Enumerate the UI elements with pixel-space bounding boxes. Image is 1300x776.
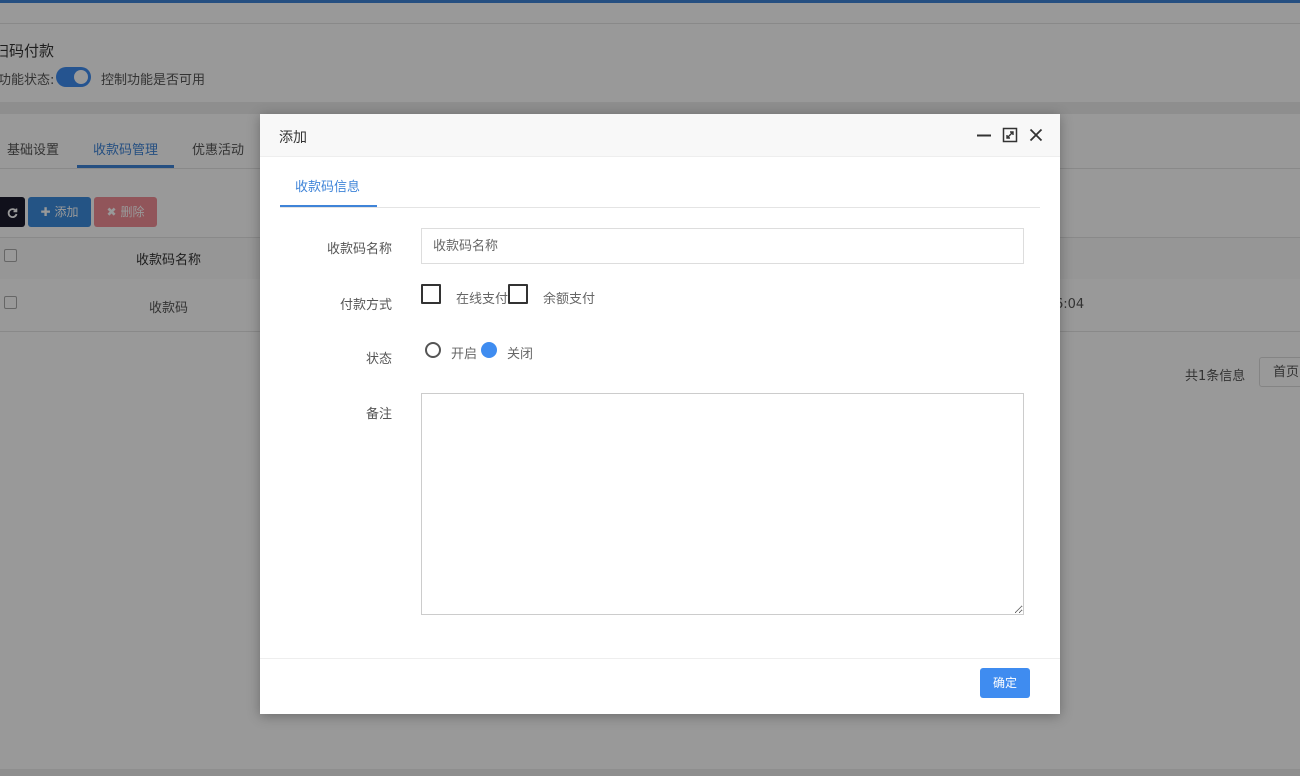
name-input[interactable]: [421, 228, 1024, 264]
dialog-tab-divider: [280, 207, 1040, 208]
close-icon[interactable]: [1028, 127, 1044, 143]
status-on-label: 开启: [451, 347, 478, 362]
status-off-label: 关闭: [507, 347, 534, 362]
dialog-header: 添加: [260, 114, 1060, 157]
balance-pay-label: 余额支付: [543, 292, 596, 307]
dialog-title: 添加: [279, 130, 307, 146]
dialog-footer-divider: [260, 658, 1060, 659]
remark-textarea[interactable]: [421, 393, 1024, 615]
online-pay-label: 在线支付: [456, 292, 509, 307]
status-off-radio[interactable]: [481, 342, 497, 358]
tab-code-info[interactable]: 收款码信息: [295, 176, 360, 195]
minimize-icon[interactable]: [976, 127, 992, 143]
balance-pay-checkbox[interactable]: [508, 284, 528, 304]
add-dialog: 添加 收款码信息 收款码名称 付款方式 在线支付 余额支付 状态 开启 关闭 备…: [260, 114, 1060, 714]
payment-method-label: 付款方式: [339, 298, 392, 313]
status-on-radio[interactable]: [425, 342, 441, 358]
remark-label: 备注: [365, 407, 392, 422]
name-field-label: 收款码名称: [326, 242, 392, 257]
status-label: 状态: [365, 352, 392, 367]
online-pay-checkbox[interactable]: [421, 284, 441, 304]
maximize-icon[interactable]: [1002, 127, 1018, 143]
confirm-button[interactable]: 确定: [980, 668, 1030, 698]
